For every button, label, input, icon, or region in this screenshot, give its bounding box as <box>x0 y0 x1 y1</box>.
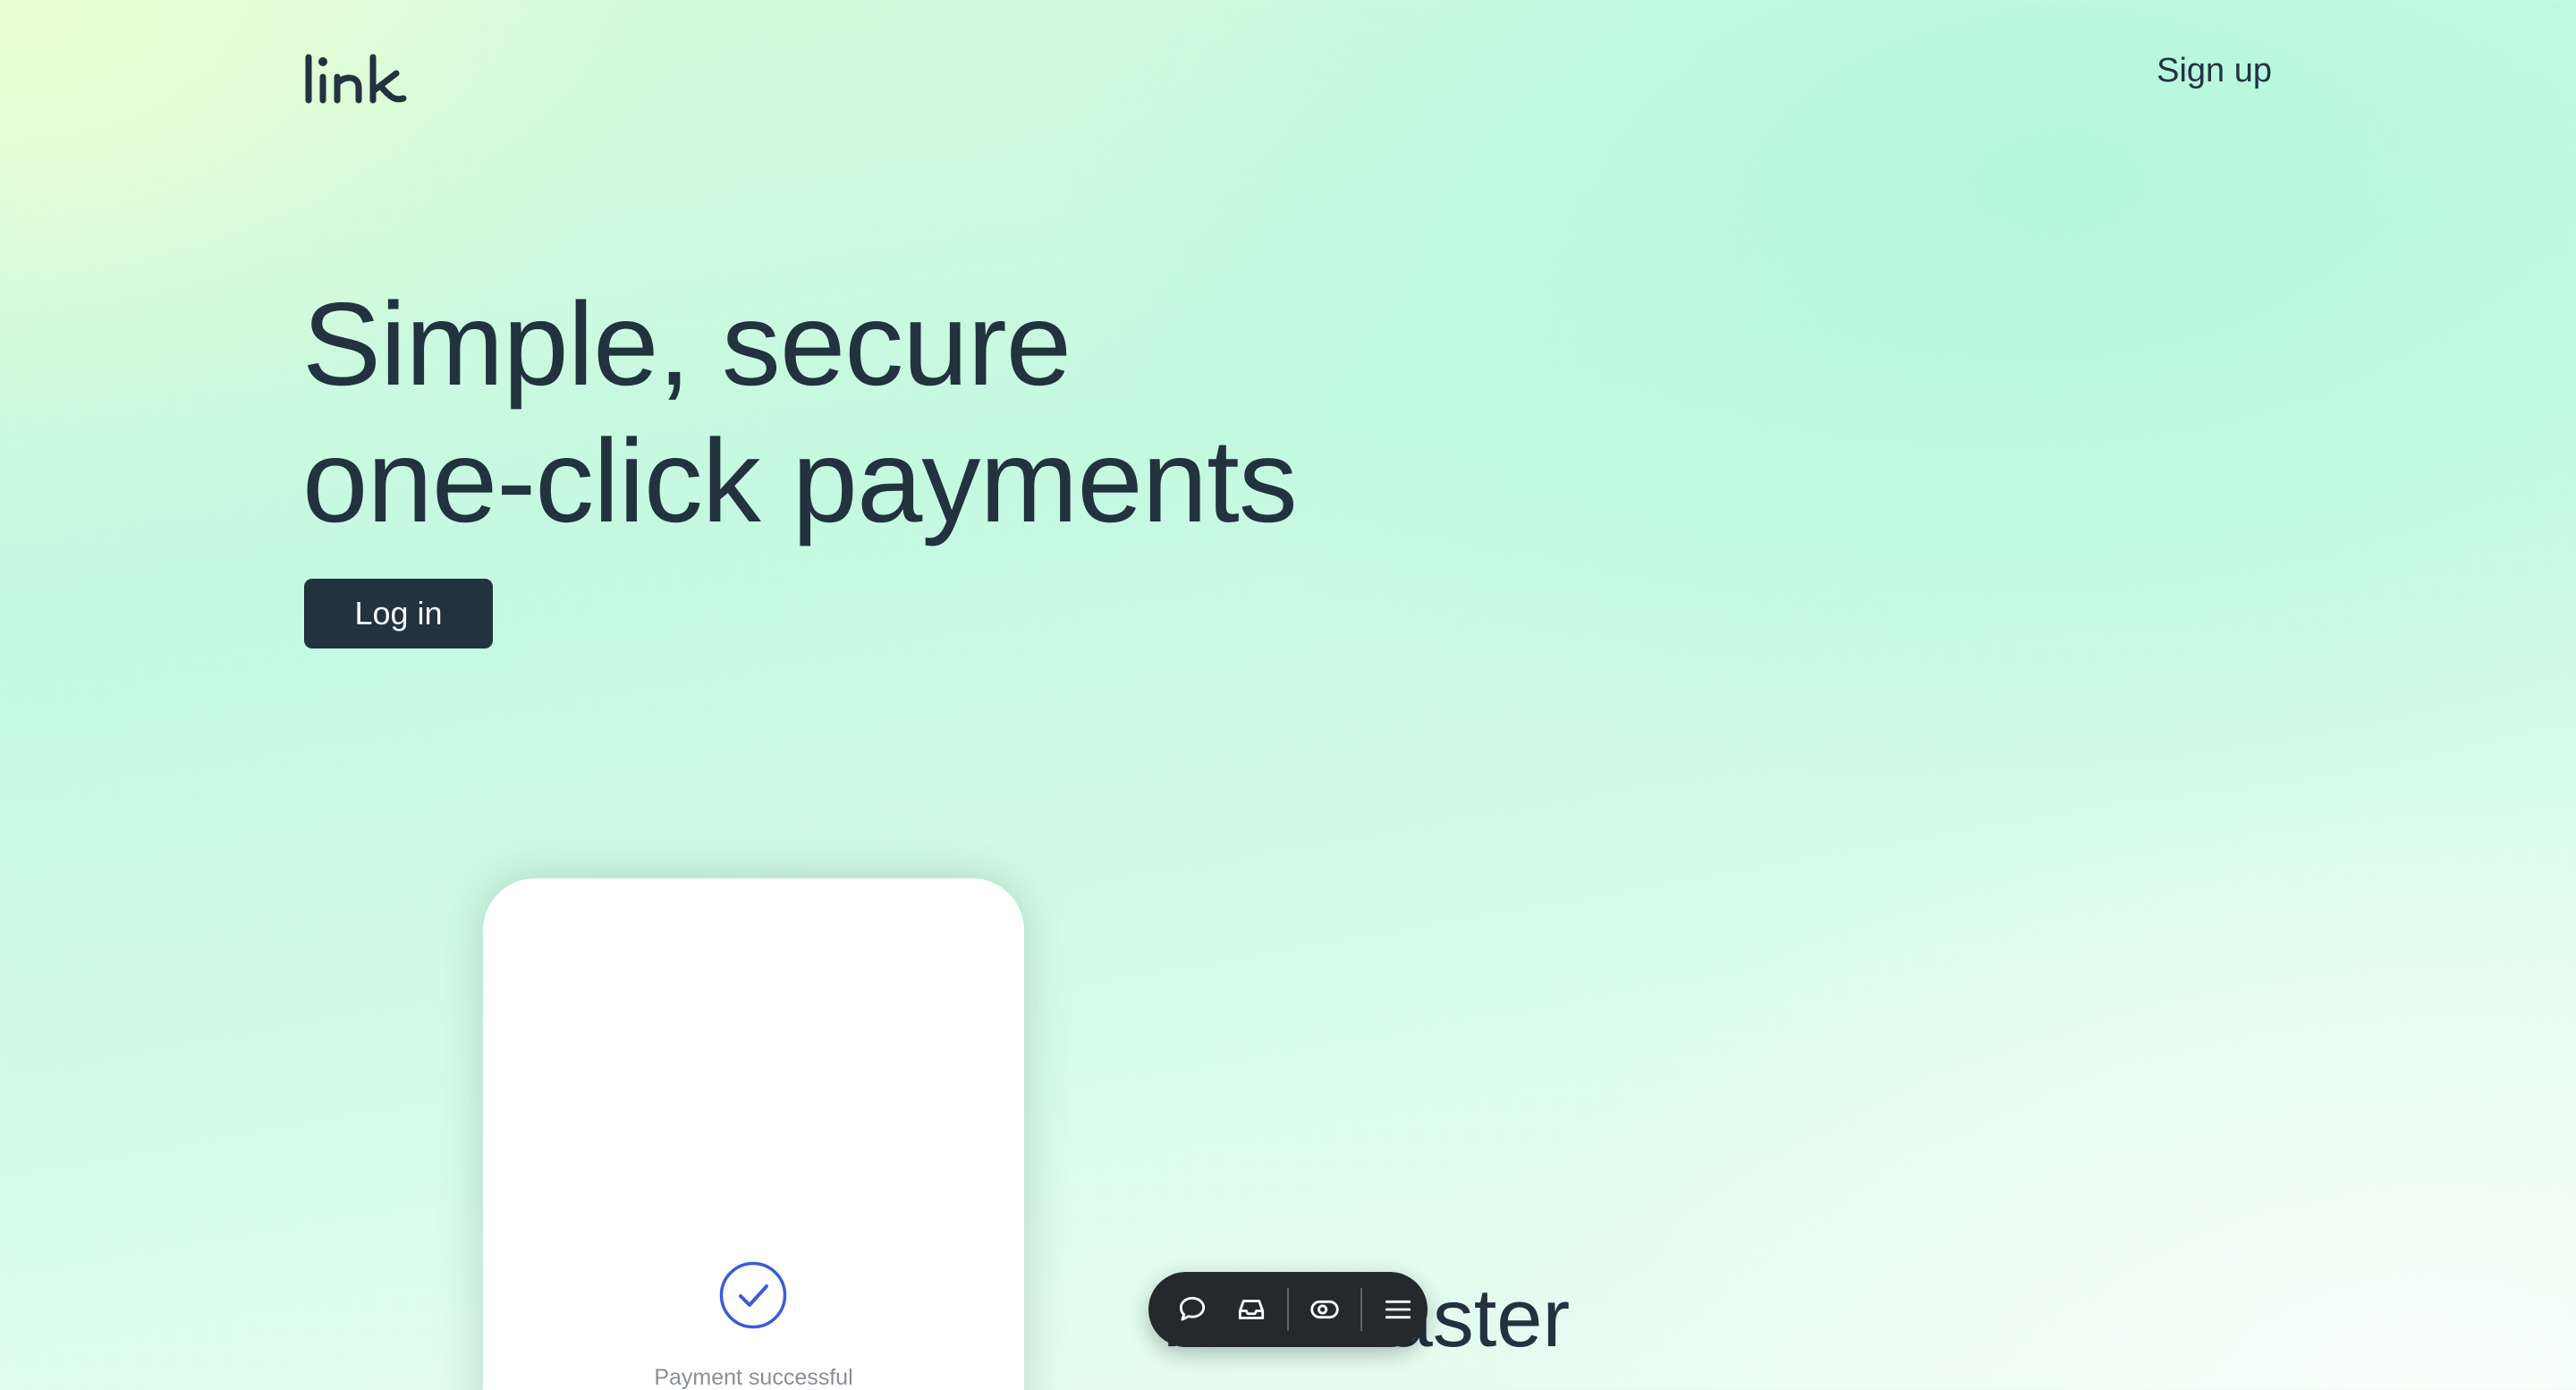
floating-toolbar <box>1148 1272 1428 1347</box>
inbox-button[interactable] <box>1222 1280 1281 1339</box>
check-circle-icon <box>719 1261 787 1329</box>
hero-title-line-1: Simple, secure <box>302 278 1072 410</box>
eye-icon <box>1310 1300 1339 1319</box>
toolbar-divider <box>1360 1288 1362 1331</box>
menu-button[interactable] <box>1368 1280 1428 1339</box>
menu-icon <box>1385 1300 1411 1319</box>
preview-toggle-button[interactable] <box>1295 1280 1354 1339</box>
link-logo-mark <box>305 54 407 104</box>
inbox-icon <box>1238 1300 1265 1319</box>
comment-button[interactable] <box>1163 1280 1222 1339</box>
sign-up-link[interactable]: Sign up <box>2157 52 2272 90</box>
toolbar-divider <box>1287 1288 1289 1331</box>
payment-status-text: Payment successful <box>654 1365 853 1390</box>
link-logo[interactable] <box>303 52 409 106</box>
phone-mockup: Payment successful <box>483 878 1024 1390</box>
log-in-button[interactable]: Log in <box>304 579 493 648</box>
comment-icon <box>1179 1296 1206 1321</box>
hero-title-line-2: one-click payments <box>302 415 1298 547</box>
hero-title: Simple, secure one-click payments <box>302 275 1298 549</box>
